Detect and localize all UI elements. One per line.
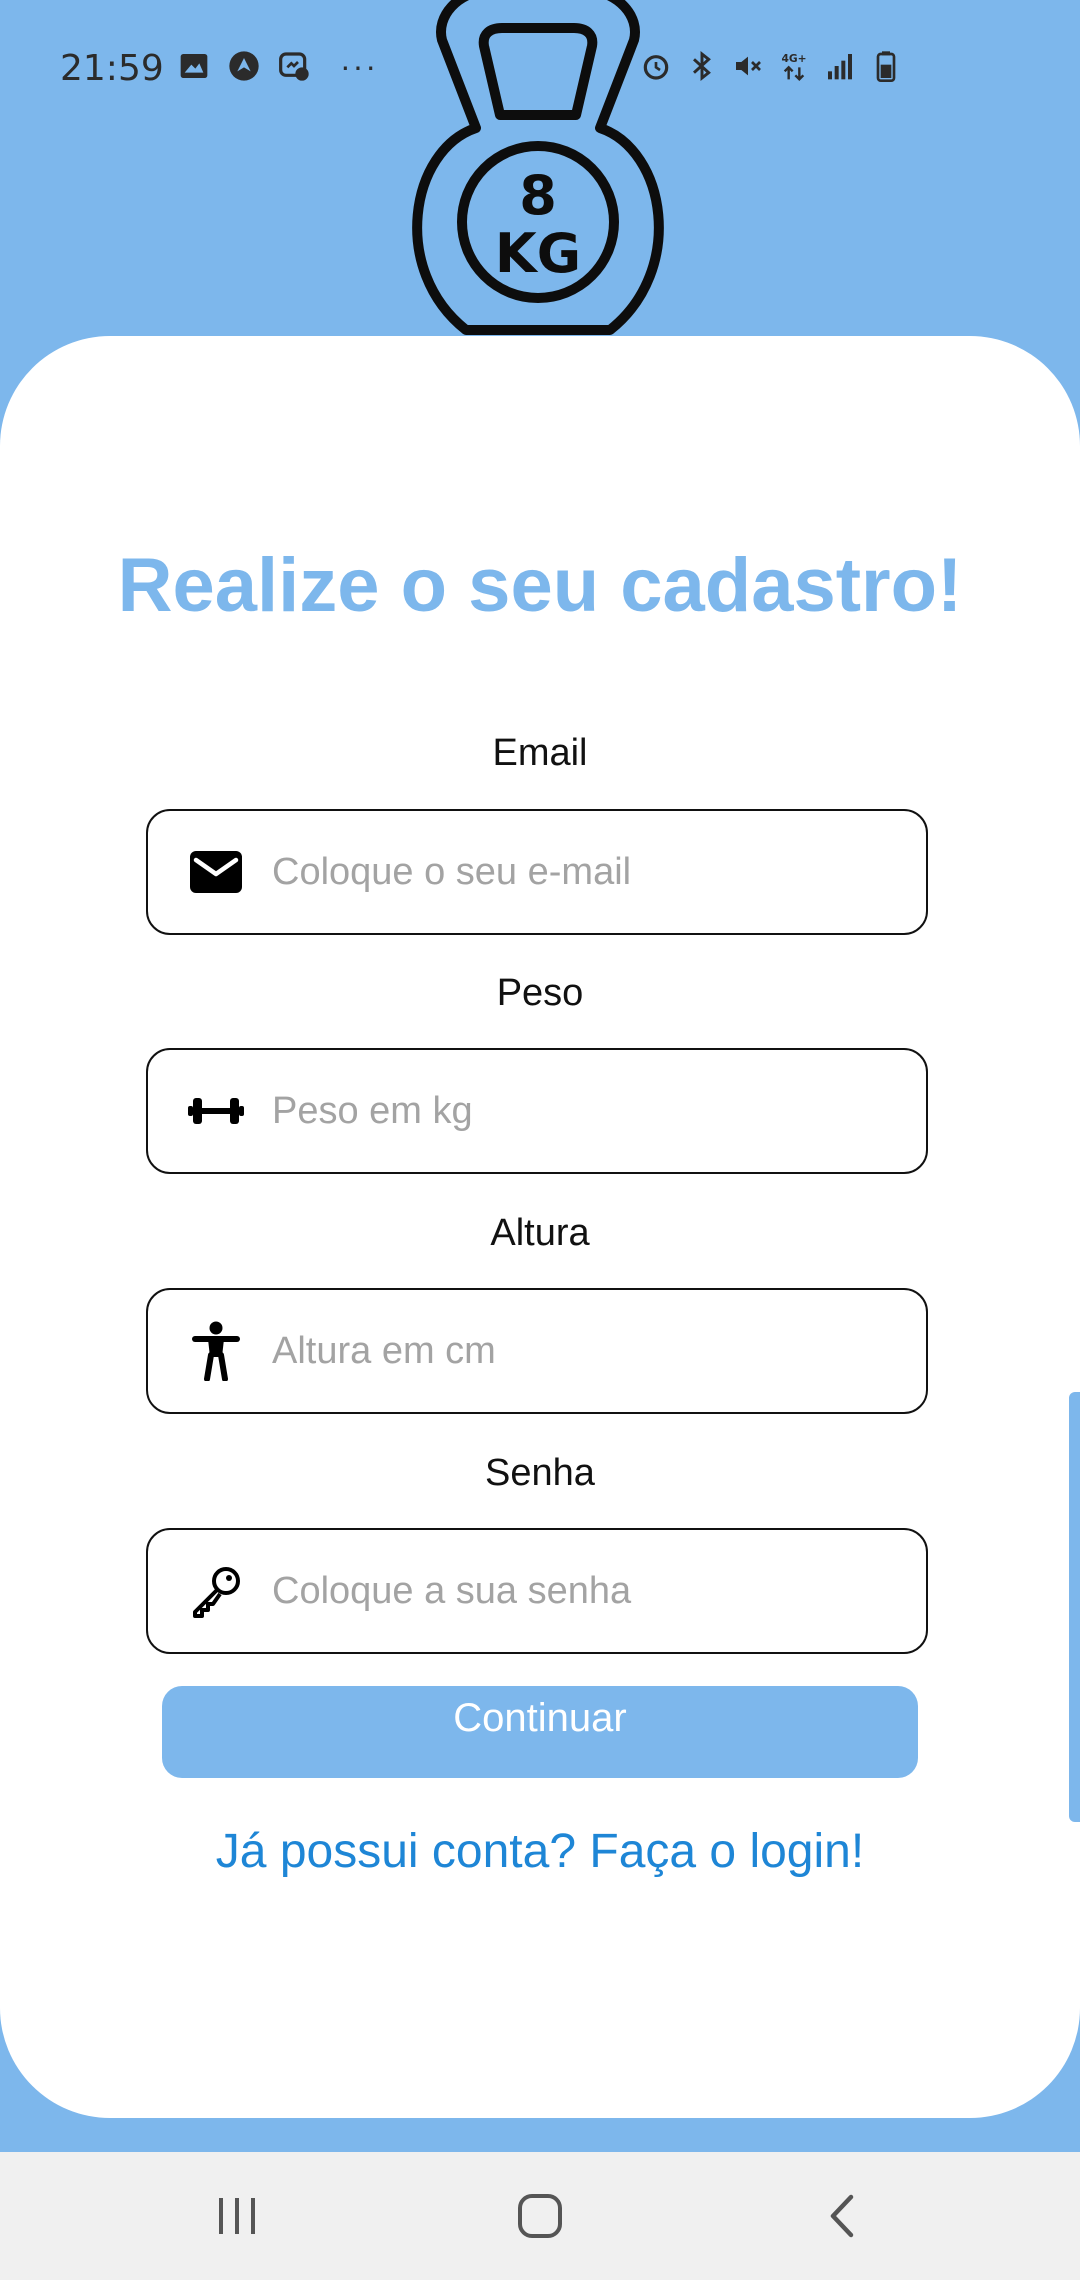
person-icon	[188, 1321, 244, 1381]
dumbbell-icon	[188, 1083, 244, 1139]
home-button[interactable]	[500, 2182, 580, 2250]
back-button[interactable]	[802, 2182, 882, 2250]
nav-app-icon	[229, 51, 259, 81]
messenger-icon	[279, 52, 309, 81]
bluetooth-icon	[693, 50, 711, 82]
key-icon	[188, 1563, 244, 1619]
email-label: Email	[492, 732, 588, 774]
svg-text:4G+: 4G+	[781, 52, 806, 65]
envelope-icon	[188, 844, 244, 900]
signup-card: Realize o seu cadastro! Email Peso Altur…	[0, 336, 1080, 2118]
continue-button-label: Continuar	[453, 1695, 627, 1740]
email-input[interactable]	[270, 849, 874, 895]
mute-icon	[736, 56, 761, 76]
password-input[interactable]	[270, 1568, 874, 1614]
recents-button[interactable]	[197, 2182, 277, 2250]
notification-icons: ···	[178, 50, 378, 82]
password-field-box[interactable]	[146, 1528, 928, 1654]
weight-input[interactable]	[270, 1088, 874, 1134]
home-icon	[518, 2194, 562, 2238]
4g-data-icon: 4G+	[781, 52, 807, 82]
back-icon	[830, 2194, 854, 2238]
navigation-bar	[0, 2152, 1080, 2280]
email-field-box[interactable]	[146, 809, 928, 935]
weight-field-box[interactable]	[146, 1048, 928, 1174]
page-title: Realize o seu cadastro!	[117, 543, 963, 628]
image-icon	[180, 54, 208, 78]
password-label: Senha	[485, 1452, 595, 1494]
height-input[interactable]	[270, 1328, 874, 1374]
logo-weight-unit: KG	[495, 222, 581, 285]
login-link[interactable]: Já possui conta? Faça o login!	[0, 1824, 1080, 1879]
weight-label: Peso	[496, 972, 584, 1014]
kettlebell-logo-icon: 8 KG	[412, 0, 664, 335]
height-field-box[interactable]	[146, 1288, 928, 1414]
scroll-indicator[interactable]	[1069, 1392, 1080, 1822]
battery-icon	[876, 51, 896, 82]
status-time: 21:59	[60, 48, 164, 89]
signal-icon	[828, 54, 852, 80]
more-dots-icon: ···	[340, 48, 378, 84]
logo-weight-number: 8	[519, 164, 557, 227]
height-label: Altura	[490, 1212, 590, 1254]
system-icons: 4G+	[640, 50, 902, 82]
continue-button[interactable]: Continuar	[162, 1686, 918, 1778]
recents-icon	[219, 2198, 255, 2234]
